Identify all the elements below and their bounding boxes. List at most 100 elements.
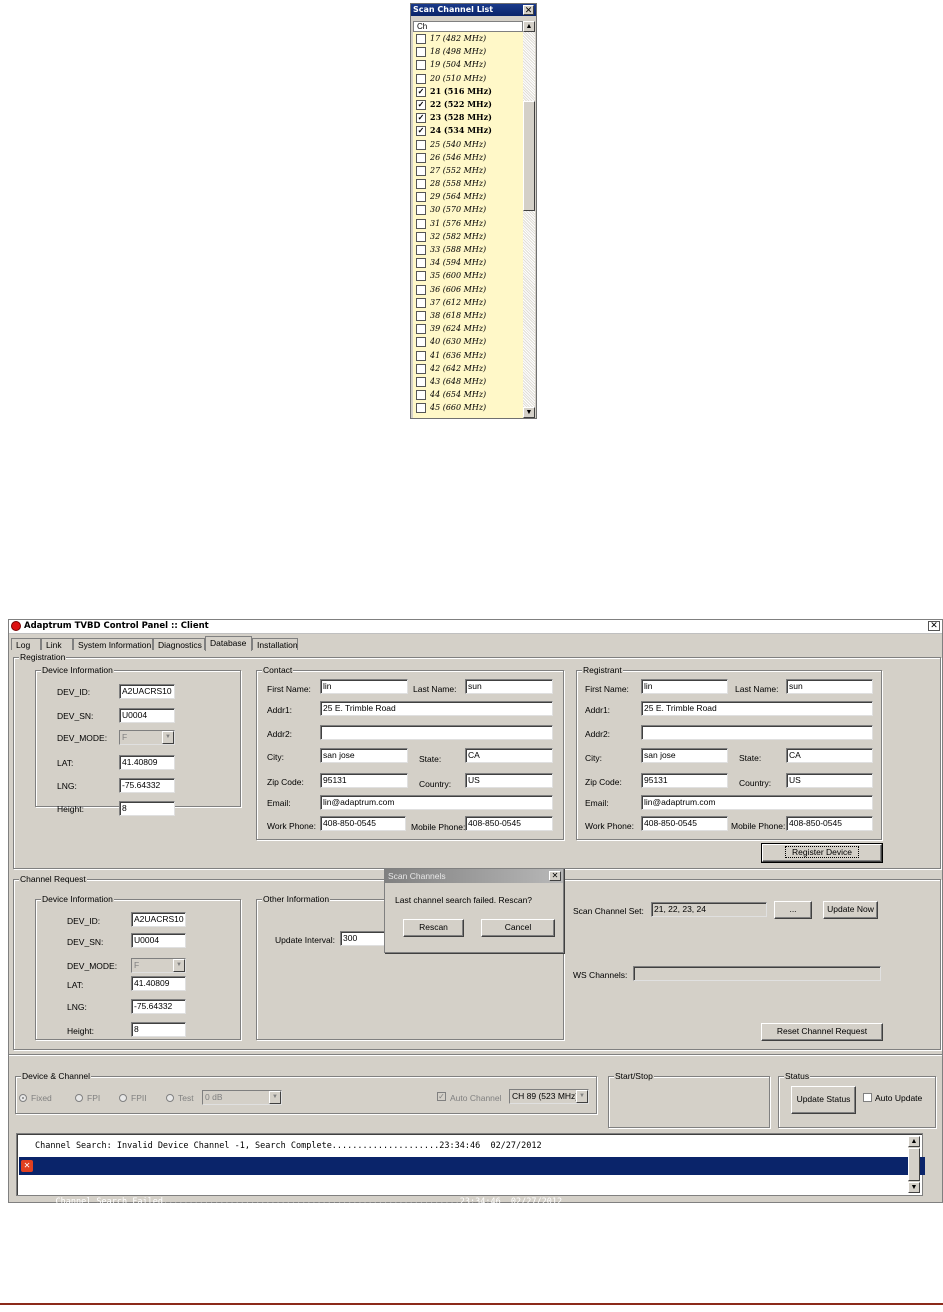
work-phone-field[interactable]: 408-850-0545 bbox=[320, 816, 406, 831]
lat-field[interactable]: 41.40809 bbox=[119, 755, 175, 770]
channel-list-item[interactable]: 27 (552 MHz) bbox=[413, 164, 523, 177]
scrollbar-thumb[interactable] bbox=[523, 101, 535, 211]
channel-list-item[interactable]: ✓ 23 (528 MHz) bbox=[413, 111, 523, 124]
close-icon[interactable]: ✕ bbox=[928, 621, 940, 631]
channel-checkbox[interactable]: ✓ bbox=[416, 113, 426, 124]
channel-list-item[interactable]: 19 (504 MHz) bbox=[413, 58, 523, 71]
mobile-phone-field[interactable]: 408-850-0545 bbox=[786, 816, 873, 831]
lng-field[interactable]: -75.64332 bbox=[131, 999, 186, 1014]
channel-checkbox[interactable] bbox=[416, 192, 426, 203]
channel-checkbox[interactable] bbox=[416, 258, 426, 269]
channel-list-item[interactable]: 34 (594 MHz) bbox=[413, 256, 523, 269]
channel-list-item[interactable]: 33 (588 MHz) bbox=[413, 243, 523, 256]
channel-list-item[interactable]: 43 (648 MHz) bbox=[413, 375, 523, 388]
channel-list-item[interactable]: 28 (558 MHz) bbox=[413, 177, 523, 190]
radio-fpii[interactable] bbox=[119, 1094, 127, 1102]
register-device-button[interactable]: Register Device bbox=[761, 843, 883, 863]
addr2-field[interactable] bbox=[641, 725, 873, 740]
close-icon[interactable]: ✕ bbox=[523, 5, 534, 15]
work-phone-field[interactable]: 408-850-0545 bbox=[641, 816, 728, 831]
chevron-down-icon[interactable]: ▼ bbox=[269, 1091, 281, 1104]
scroll-up-icon[interactable]: ▲ bbox=[523, 21, 535, 32]
tab-system-information[interactable]: System Information bbox=[73, 638, 153, 650]
channel-checkbox[interactable] bbox=[416, 205, 426, 216]
chevron-down-icon[interactable]: ▼ bbox=[173, 959, 185, 972]
log-scrollbar[interactable]: ▲ ▼ bbox=[908, 1136, 920, 1193]
dev-sn-field[interactable]: U0004 bbox=[131, 933, 186, 948]
scrollbar-thumb[interactable] bbox=[908, 1148, 920, 1181]
dev-mode-select[interactable]: F ▼ bbox=[131, 958, 186, 973]
dev-id-field[interactable]: A2UACRS10 bbox=[131, 912, 186, 927]
country-field[interactable]: US bbox=[465, 773, 553, 788]
addr1-field[interactable]: 25 E. Trimble Road bbox=[320, 701, 553, 716]
channel-list-item[interactable]: 41 (636 MHz) bbox=[413, 349, 523, 362]
channel-list-item[interactable]: 18 (498 MHz) bbox=[413, 45, 523, 58]
channel-checkbox[interactable] bbox=[416, 73, 426, 84]
state-field[interactable]: CA bbox=[465, 748, 553, 763]
last-name-field[interactable]: sun bbox=[786, 679, 873, 694]
tab-log[interactable]: Log bbox=[11, 638, 41, 650]
scroll-down-icon[interactable]: ▼ bbox=[908, 1182, 920, 1193]
rescan-button[interactable]: Rescan bbox=[403, 919, 464, 937]
channel-checkbox[interactable] bbox=[416, 47, 426, 58]
channel-checkbox[interactable] bbox=[416, 139, 426, 150]
channel-checkbox[interactable]: ✓ bbox=[416, 86, 426, 97]
first-name-field[interactable]: lin bbox=[320, 679, 408, 694]
auto-channel-select[interactable]: CH 89 (523 MHz) ▼ bbox=[509, 1089, 589, 1104]
zip-field[interactable]: 95131 bbox=[641, 773, 728, 788]
chevron-down-icon[interactable]: ▼ bbox=[576, 1090, 588, 1103]
city-field[interactable]: san jose bbox=[641, 748, 728, 763]
channel-list-item[interactable]: 31 (576 MHz) bbox=[413, 217, 523, 230]
channel-checkbox[interactable] bbox=[416, 390, 426, 401]
channel-checkbox[interactable] bbox=[416, 34, 426, 44]
channel-checkbox[interactable] bbox=[416, 165, 426, 176]
channel-list-item[interactable]: ✓ 24 (534 MHz) bbox=[413, 124, 523, 137]
dev-id-field[interactable]: A2UACRS10 bbox=[119, 684, 175, 699]
city-field[interactable]: san jose bbox=[320, 748, 408, 763]
chevron-down-icon[interactable]: ▼ bbox=[162, 731, 174, 744]
channel-checkbox[interactable]: ✓ bbox=[416, 99, 426, 110]
channel-list-item[interactable]: 17 (482 MHz) bbox=[413, 32, 523, 45]
channel-checkbox[interactable] bbox=[416, 350, 426, 361]
auto-update-checkbox[interactable] bbox=[863, 1093, 872, 1102]
channel-checkbox[interactable] bbox=[416, 403, 426, 414]
log-entry[interactable]: Channel Search: Invalid Device Channel -… bbox=[19, 1137, 925, 1155]
channel-checkbox[interactable] bbox=[416, 297, 426, 308]
log-entry-selected[interactable]: ✕ Channel Search Failed.................… bbox=[19, 1157, 925, 1207]
channel-list-scrollbar[interactable]: ▲ ▼ bbox=[523, 21, 535, 418]
reset-channel-request-button[interactable]: Reset Channel Request bbox=[761, 1023, 883, 1041]
height-field[interactable]: 8 bbox=[119, 801, 175, 816]
channel-list-item[interactable]: 29 (564 MHz) bbox=[413, 190, 523, 203]
lat-field[interactable]: 41.40809 bbox=[131, 976, 186, 991]
radio-test[interactable] bbox=[166, 1094, 174, 1102]
browse-channels-button[interactable]: ... bbox=[774, 901, 812, 919]
channel-checkbox[interactable] bbox=[416, 284, 426, 295]
dev-mode-select[interactable]: F ▼ bbox=[119, 730, 175, 745]
channel-list[interactable]: 17 (482 MHz) 18 (498 MHz) 19 (504 MHz) 20 (… bbox=[413, 32, 523, 418]
tab-link[interactable]: Link bbox=[41, 638, 73, 650]
channel-checkbox[interactable] bbox=[416, 271, 426, 282]
email-field[interactable]: lin@adaptrum.com bbox=[641, 795, 873, 810]
channel-list-item[interactable]: 39 (624 MHz) bbox=[413, 322, 523, 335]
channel-checkbox[interactable] bbox=[416, 60, 426, 71]
channel-list-item[interactable]: 35 (600 MHz) bbox=[413, 269, 523, 282]
cancel-button[interactable]: Cancel bbox=[481, 919, 555, 937]
channel-checkbox[interactable] bbox=[416, 179, 426, 190]
channel-column-header[interactable]: Ch bbox=[413, 21, 523, 32]
close-icon[interactable]: ✕ bbox=[549, 871, 561, 881]
email-field[interactable]: lin@adaptrum.com bbox=[320, 795, 553, 810]
zip-field[interactable]: 95131 bbox=[320, 773, 408, 788]
channel-list-item[interactable]: 30 (570 MHz) bbox=[413, 203, 523, 216]
channel-checkbox[interactable] bbox=[416, 310, 426, 321]
test-level-select[interactable]: 0 dB ▼ bbox=[202, 1090, 282, 1105]
channel-list-item[interactable]: 38 (618 MHz) bbox=[413, 309, 523, 322]
addr2-field[interactable] bbox=[320, 725, 553, 740]
channel-checkbox[interactable] bbox=[416, 337, 426, 348]
channel-list-item[interactable]: 40 (630 MHz) bbox=[413, 335, 523, 348]
channel-checkbox[interactable] bbox=[416, 363, 426, 374]
channel-checkbox[interactable] bbox=[416, 324, 426, 335]
tab-database[interactable]: Database bbox=[205, 636, 252, 651]
channel-checkbox[interactable] bbox=[416, 152, 426, 163]
channel-checkbox[interactable] bbox=[416, 376, 426, 387]
mobile-phone-field[interactable]: 408-850-0545 bbox=[465, 816, 553, 831]
